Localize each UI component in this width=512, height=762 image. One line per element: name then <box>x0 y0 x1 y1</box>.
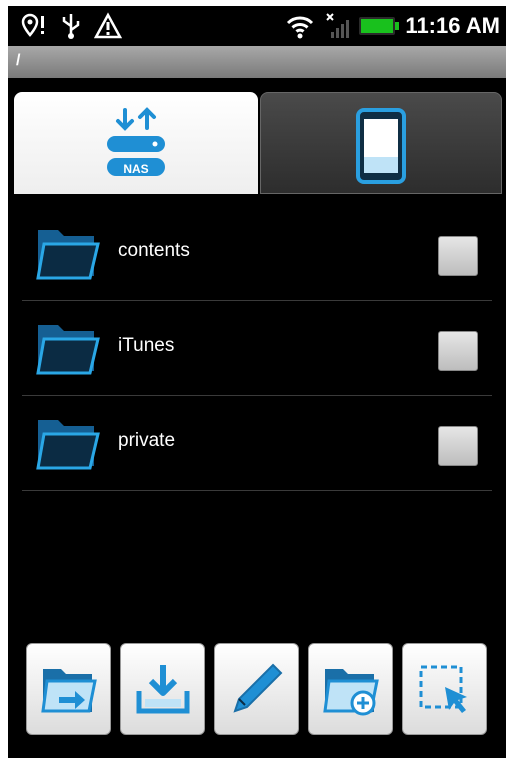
select-checkbox[interactable] <box>438 236 478 276</box>
status-bar: 11:16 AM <box>8 6 506 46</box>
folder-icon <box>36 325 100 375</box>
tab-device[interactable] <box>260 92 502 194</box>
phone-icon <box>356 108 406 184</box>
current-path: / <box>16 52 21 69</box>
file-name: contents <box>118 240 190 261</box>
app-screen: 11:16 AM / NAS contents iTunes private <box>8 6 506 758</box>
select-checkbox[interactable] <box>438 426 478 466</box>
file-name: iTunes <box>118 335 175 356</box>
path-bar: / <box>8 46 506 78</box>
nas-label: NAS <box>123 162 148 176</box>
list-item[interactable]: iTunes <box>22 301 492 396</box>
action-toolbar <box>26 643 490 735</box>
select-icon <box>419 665 467 713</box>
wifi-icon <box>287 16 314 39</box>
usb-icon <box>62 14 80 39</box>
move-icon <box>40 669 97 713</box>
move-button[interactable] <box>26 643 111 735</box>
new-folder-button[interactable] <box>308 643 393 735</box>
new-folder-icon <box>322 669 379 716</box>
list-item[interactable]: private <box>22 396 492 491</box>
nas-icon: NAS <box>107 107 165 176</box>
folder-icon <box>36 230 100 280</box>
no-signal-icon <box>326 13 350 38</box>
select-checkbox[interactable] <box>438 331 478 371</box>
tab-nas[interactable]: NAS <box>14 92 258 194</box>
rename-button[interactable] <box>214 643 299 735</box>
status-time: 11:16 AM <box>405 13 500 38</box>
rename-pencil-icon <box>232 663 282 713</box>
list-item[interactable]: contents <box>22 206 492 301</box>
download-button[interactable] <box>120 643 205 735</box>
source-tabs: NAS <box>14 92 502 194</box>
select-button[interactable] <box>402 643 487 735</box>
folder-icon <box>36 420 100 470</box>
download-icon <box>136 665 189 714</box>
location-alert-icon <box>21 13 44 37</box>
warning-icon <box>94 12 122 39</box>
file-name: private <box>118 430 176 451</box>
battery-icon <box>359 17 400 35</box>
file-list: contents iTunes private <box>22 206 492 491</box>
